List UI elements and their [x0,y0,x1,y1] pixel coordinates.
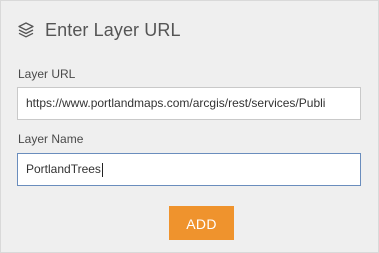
layer-url-value: https://www.portlandmaps.com/arcgis/rest… [26,96,326,110]
enter-layer-url-panel: Enter Layer URL Layer URL https://www.po… [0,0,379,253]
panel-title: Enter Layer URL [45,19,181,40]
layer-name-input[interactable]: PortlandTrees [17,153,361,186]
layer-name-value: PortlandTrees [26,162,101,176]
layers-icon [17,21,35,39]
text-caret [101,162,103,177]
layer-url-label: Layer URL [18,67,76,81]
panel-header: Enter Layer URL [17,15,181,45]
add-button[interactable]: ADD [169,206,234,240]
layer-name-label: Layer Name [18,132,84,146]
layer-url-input[interactable]: https://www.portlandmaps.com/arcgis/rest… [17,87,361,120]
